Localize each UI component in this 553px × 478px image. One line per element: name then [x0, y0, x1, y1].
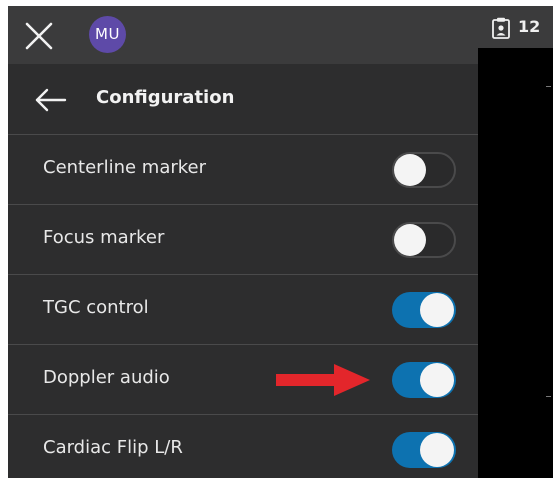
queue-count: 12: [518, 17, 541, 36]
clipboard-user-icon: [492, 17, 510, 39]
setting-label: TGC control: [43, 297, 149, 318]
setting-label: Doppler audio: [43, 367, 170, 388]
centerline-marker-toggle[interactable]: [392, 152, 456, 188]
setting-row-tgc-control: TGC control: [8, 274, 478, 344]
toggle-knob: [420, 363, 454, 397]
setting-label: Cardiac Flip L/R: [43, 437, 183, 458]
settings-panel: MU Configuration Centerline marker Focus…: [8, 6, 478, 478]
red-arrow-icon: [276, 364, 370, 396]
avatar[interactable]: MU: [89, 16, 126, 53]
toggle-knob: [394, 224, 426, 256]
setting-row-centerline-marker: Centerline marker: [8, 134, 478, 204]
page-title: Configuration: [96, 87, 235, 108]
tgc-control-toggle[interactable]: [392, 292, 456, 328]
setting-row-doppler-audio: Doppler audio: [8, 344, 478, 414]
scale-tick: [546, 86, 551, 87]
focus-marker-toggle[interactable]: [392, 222, 456, 258]
panel-topbar: MU: [8, 6, 478, 64]
setting-row-focus-marker: Focus marker: [8, 204, 478, 274]
setting-label: Centerline marker: [43, 157, 207, 178]
app-window: MU Configuration Centerline marker Focus…: [8, 6, 553, 478]
close-icon[interactable]: [23, 20, 55, 52]
scale-tick: [546, 396, 551, 397]
toggle-knob: [394, 154, 426, 186]
configuration-header: Configuration: [8, 64, 478, 134]
back-arrow-icon[interactable]: [34, 86, 68, 114]
cardiac-flip-toggle[interactable]: [392, 432, 456, 468]
toggle-knob: [420, 433, 454, 467]
setting-label: Focus marker: [43, 227, 165, 248]
setting-row-cardiac-flip: Cardiac Flip L/R: [8, 414, 478, 478]
patient-queue-tab[interactable]: 12: [478, 6, 553, 48]
doppler-audio-toggle[interactable]: [392, 362, 456, 398]
toggle-knob: [420, 293, 454, 327]
